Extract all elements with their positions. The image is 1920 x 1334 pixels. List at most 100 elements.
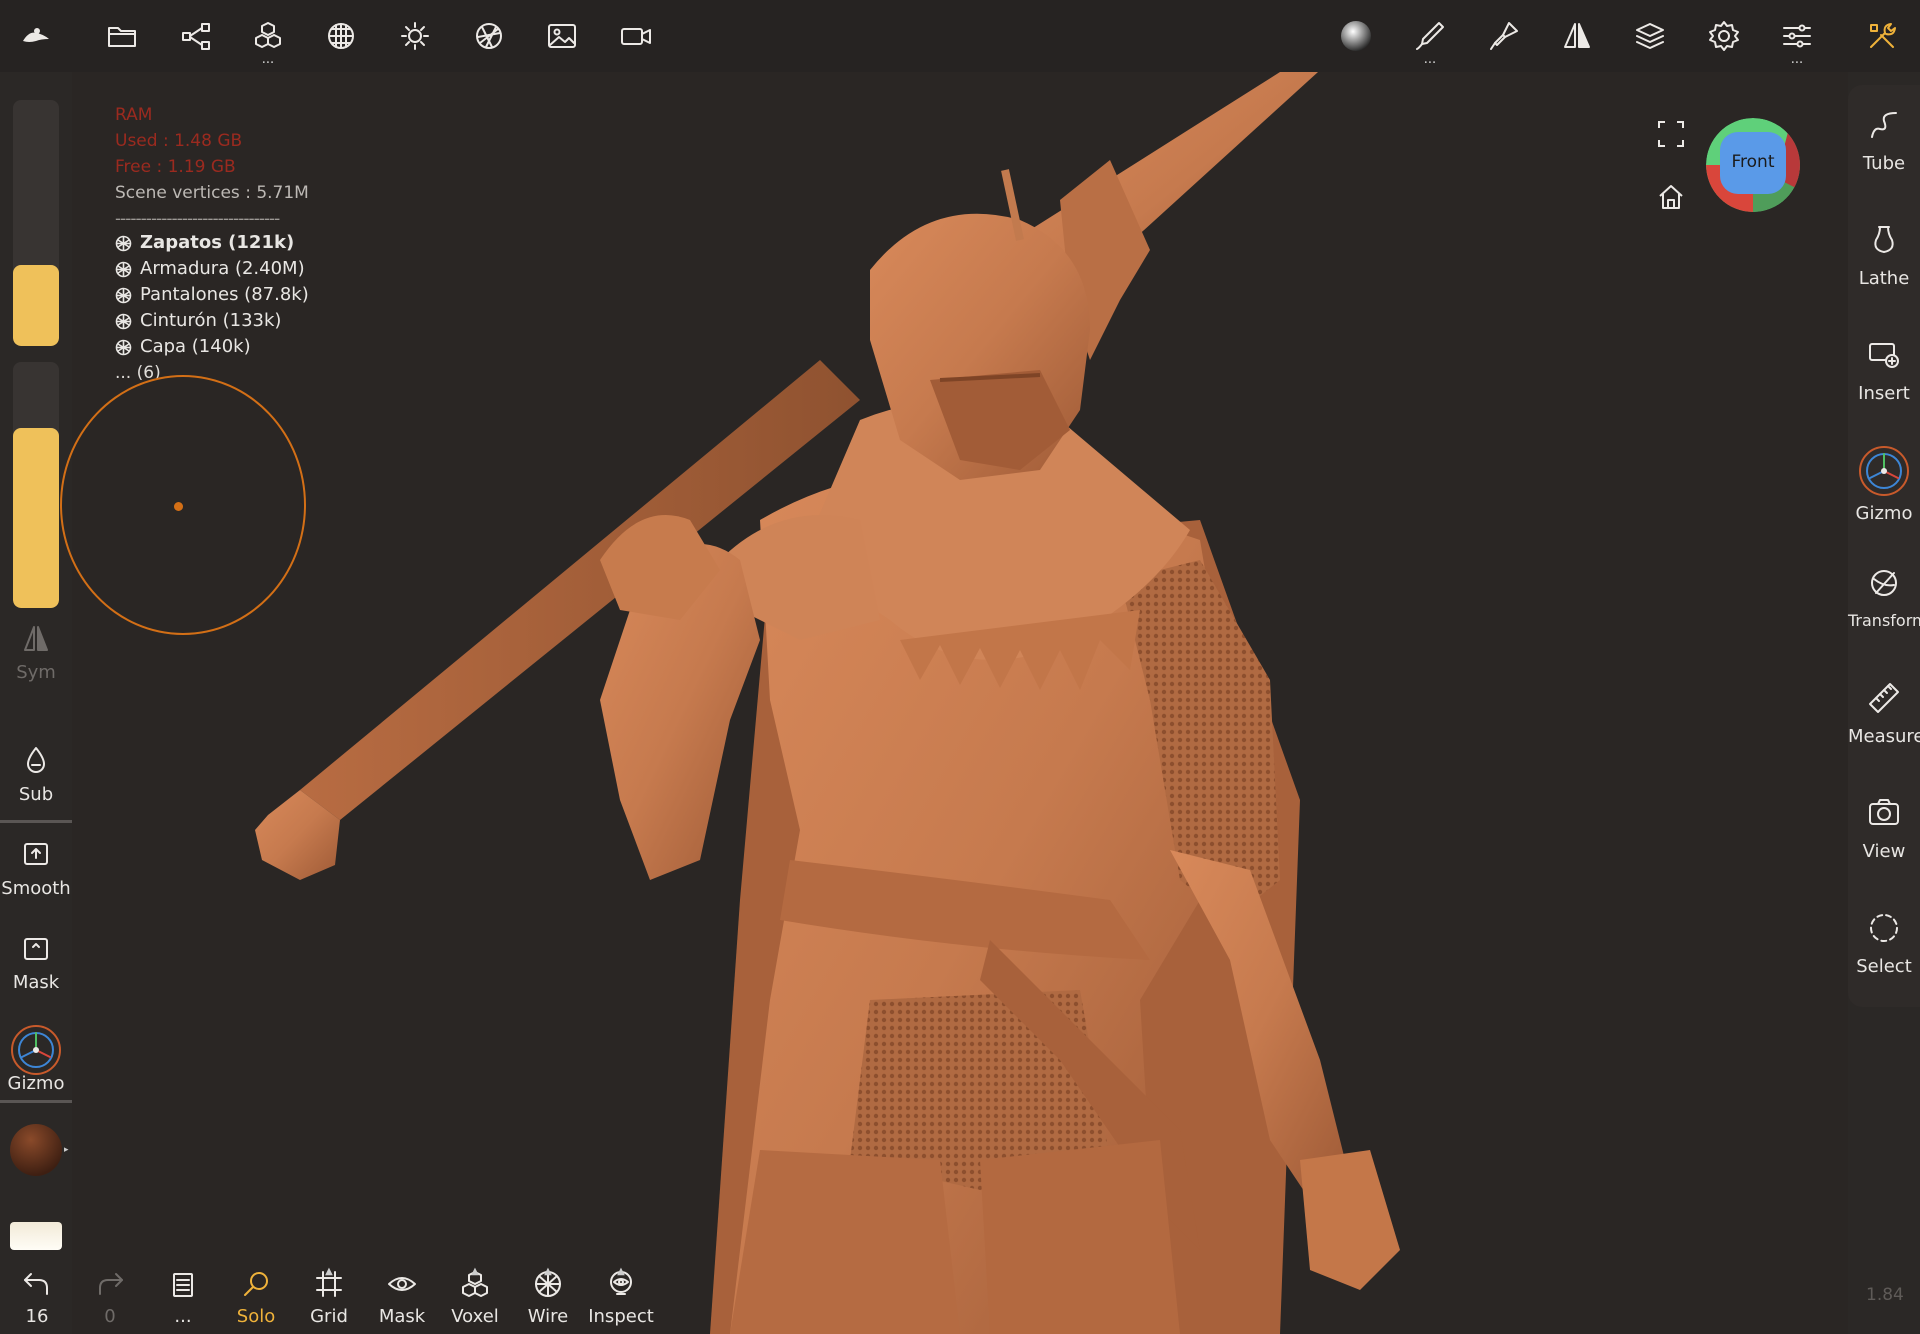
measure-label: Measure	[1848, 726, 1920, 747]
object-label: Cinturón (133k)	[140, 310, 282, 331]
ram-used: Used : 1.48 GB	[115, 131, 243, 151]
select-tool[interactable]: Select	[1848, 910, 1920, 977]
history-button[interactable]: ...	[146, 1268, 220, 1327]
caret-up-icon: ▲	[325, 1266, 333, 1277]
symmetry-icon[interactable]	[1555, 14, 1599, 58]
gizmo-icon	[1859, 446, 1909, 496]
mask-icon[interactable]	[16, 929, 56, 969]
solo-magnifier-icon	[244, 1272, 268, 1296]
insert-tool[interactable]: Insert	[1848, 337, 1920, 404]
fullscreen-icon[interactable]	[1655, 118, 1687, 154]
radius-slider[interactable]	[13, 100, 59, 346]
folder-icon[interactable]	[100, 14, 144, 58]
history-dots: ...	[174, 1306, 192, 1327]
caret-up-icon: ▲	[617, 1266, 625, 1277]
redo-icon	[99, 1273, 123, 1295]
app-logo-icon[interactable]	[14, 14, 58, 58]
layers-icon[interactable]	[1628, 14, 1672, 58]
mesh-icon	[115, 235, 132, 251]
smooth-icon[interactable]	[16, 834, 56, 874]
lathe-icon	[1874, 226, 1894, 253]
solo-button[interactable]: Solo	[219, 1268, 293, 1327]
camera-icon	[1869, 799, 1899, 825]
tools-icon[interactable]	[1860, 14, 1904, 58]
caret-up-icon: ▲	[471, 1266, 479, 1277]
intensity-slider-fill	[13, 428, 59, 608]
object-item-zapatos[interactable]: Zapatos (121k)	[115, 230, 309, 256]
measure-tool[interactable]: Measure	[1848, 680, 1920, 747]
ruler-icon	[1869, 683, 1899, 713]
mask-label[interactable]: Mask	[0, 972, 72, 993]
ram-free: Free : 1.19 GB	[115, 157, 236, 177]
object-item-cinturon[interactable]: Cinturón (133k)	[115, 308, 309, 334]
mask-visibility-button[interactable]: Mask	[365, 1268, 439, 1327]
gizmo-icon[interactable]	[10, 1024, 62, 1076]
object-item-armadura[interactable]: Armadura (2.40M)	[115, 256, 309, 282]
brush-radius-cursor	[60, 375, 306, 635]
video-camera-icon[interactable]	[614, 14, 658, 58]
ram-label: RAM	[115, 105, 153, 125]
sliders-icon[interactable]: ...	[1775, 14, 1819, 66]
transform-label: Transform	[1848, 611, 1920, 630]
smooth-label[interactable]: Smooth	[0, 878, 72, 899]
light-icon[interactable]	[393, 14, 437, 58]
material-color-swatch[interactable]	[10, 1124, 62, 1176]
swatch-caret-icon: ▸	[64, 1145, 69, 1155]
select-label: Select	[1856, 956, 1912, 977]
solo-label: Solo	[236, 1306, 276, 1327]
background-image-icon[interactable]	[540, 14, 584, 58]
tube-tool[interactable]: Tube	[1848, 107, 1920, 174]
insert-icon	[1869, 343, 1899, 368]
object-label: Pantalones (87.8k)	[140, 284, 309, 305]
object-item-capa[interactable]: Capa (140k)	[115, 334, 309, 360]
sub-label[interactable]: Sub	[0, 784, 72, 805]
redo-button[interactable]: 0	[73, 1268, 147, 1327]
view-tool[interactable]: View	[1848, 795, 1920, 862]
undo-count: 16	[25, 1306, 49, 1327]
wire-button[interactable]: ▲ Wire	[511, 1266, 585, 1327]
sub-drop-icon[interactable]	[16, 740, 56, 780]
gizmo-label: Gizmo	[1855, 503, 1913, 524]
undo-button[interactable]: 16	[0, 1268, 74, 1327]
insert-label: Insert	[1858, 383, 1910, 404]
stats-separator: --------------------------------	[115, 209, 280, 229]
intensity-slider[interactable]	[13, 362, 59, 608]
scene-vertices: Scene vertices : 5.71M	[115, 183, 309, 203]
scene-objects-icon[interactable]: ...	[246, 14, 290, 66]
share-graph-icon[interactable]	[174, 14, 218, 58]
bottom-toolbar: 16 0 ... Solo ▲ Grid Mask ▲ Voxel ▲ Wire…	[0, 1262, 670, 1334]
grid-button[interactable]: ▲ Grid	[292, 1266, 366, 1327]
view-label: View	[1862, 841, 1906, 862]
home-view-icon[interactable]	[1656, 182, 1686, 216]
settings-icon[interactable]	[1702, 14, 1746, 58]
undo-icon	[24, 1273, 48, 1295]
gizmo-label[interactable]: Gizmo	[0, 1073, 72, 1094]
view-cube[interactable]: Front	[1706, 118, 1800, 212]
matcap-preview-icon[interactable]	[1334, 14, 1378, 58]
gizmo-tool[interactable]: Gizmo	[1848, 445, 1920, 524]
inspect-button[interactable]: ▲ Inspect	[584, 1266, 658, 1327]
paint-tool-icon[interactable]	[1482, 14, 1526, 58]
redo-count: 0	[104, 1306, 116, 1327]
top-toolbar: ... ... ...	[0, 0, 1920, 72]
caret-up-icon: ▲	[544, 1266, 552, 1277]
object-label: Armadura (2.40M)	[140, 258, 305, 279]
brush-tool-icon[interactable]: ...	[1408, 14, 1452, 66]
paint-color-swatch[interactable]	[10, 1222, 62, 1250]
transform-icon	[1871, 570, 1897, 596]
nomad-sculpt-app: ... ... ... RAM Used: 1.48 GB Free: 1.…	[0, 0, 1920, 1334]
object-item-pantalones[interactable]: Pantalones (87.8k)	[115, 282, 309, 308]
lasso-select-icon	[1870, 914, 1898, 942]
lathe-tool[interactable]: Lathe	[1848, 222, 1920, 289]
voxel-button[interactable]: ▲ Voxel	[438, 1266, 512, 1327]
voxel-label: Voxel	[451, 1306, 499, 1327]
sym-label: Sym	[16, 662, 56, 683]
material-sphere-icon[interactable]	[467, 14, 511, 58]
symmetry-toggle-icon[interactable]	[16, 619, 56, 659]
tube-label: Tube	[1862, 153, 1906, 174]
topology-icon[interactable]	[319, 14, 363, 58]
transform-tool[interactable]: Transform	[1848, 565, 1920, 630]
history-list-icon	[173, 1273, 193, 1297]
sculpt-viewport[interactable]	[72, 72, 1848, 1334]
radius-slider-fill	[13, 264, 59, 346]
